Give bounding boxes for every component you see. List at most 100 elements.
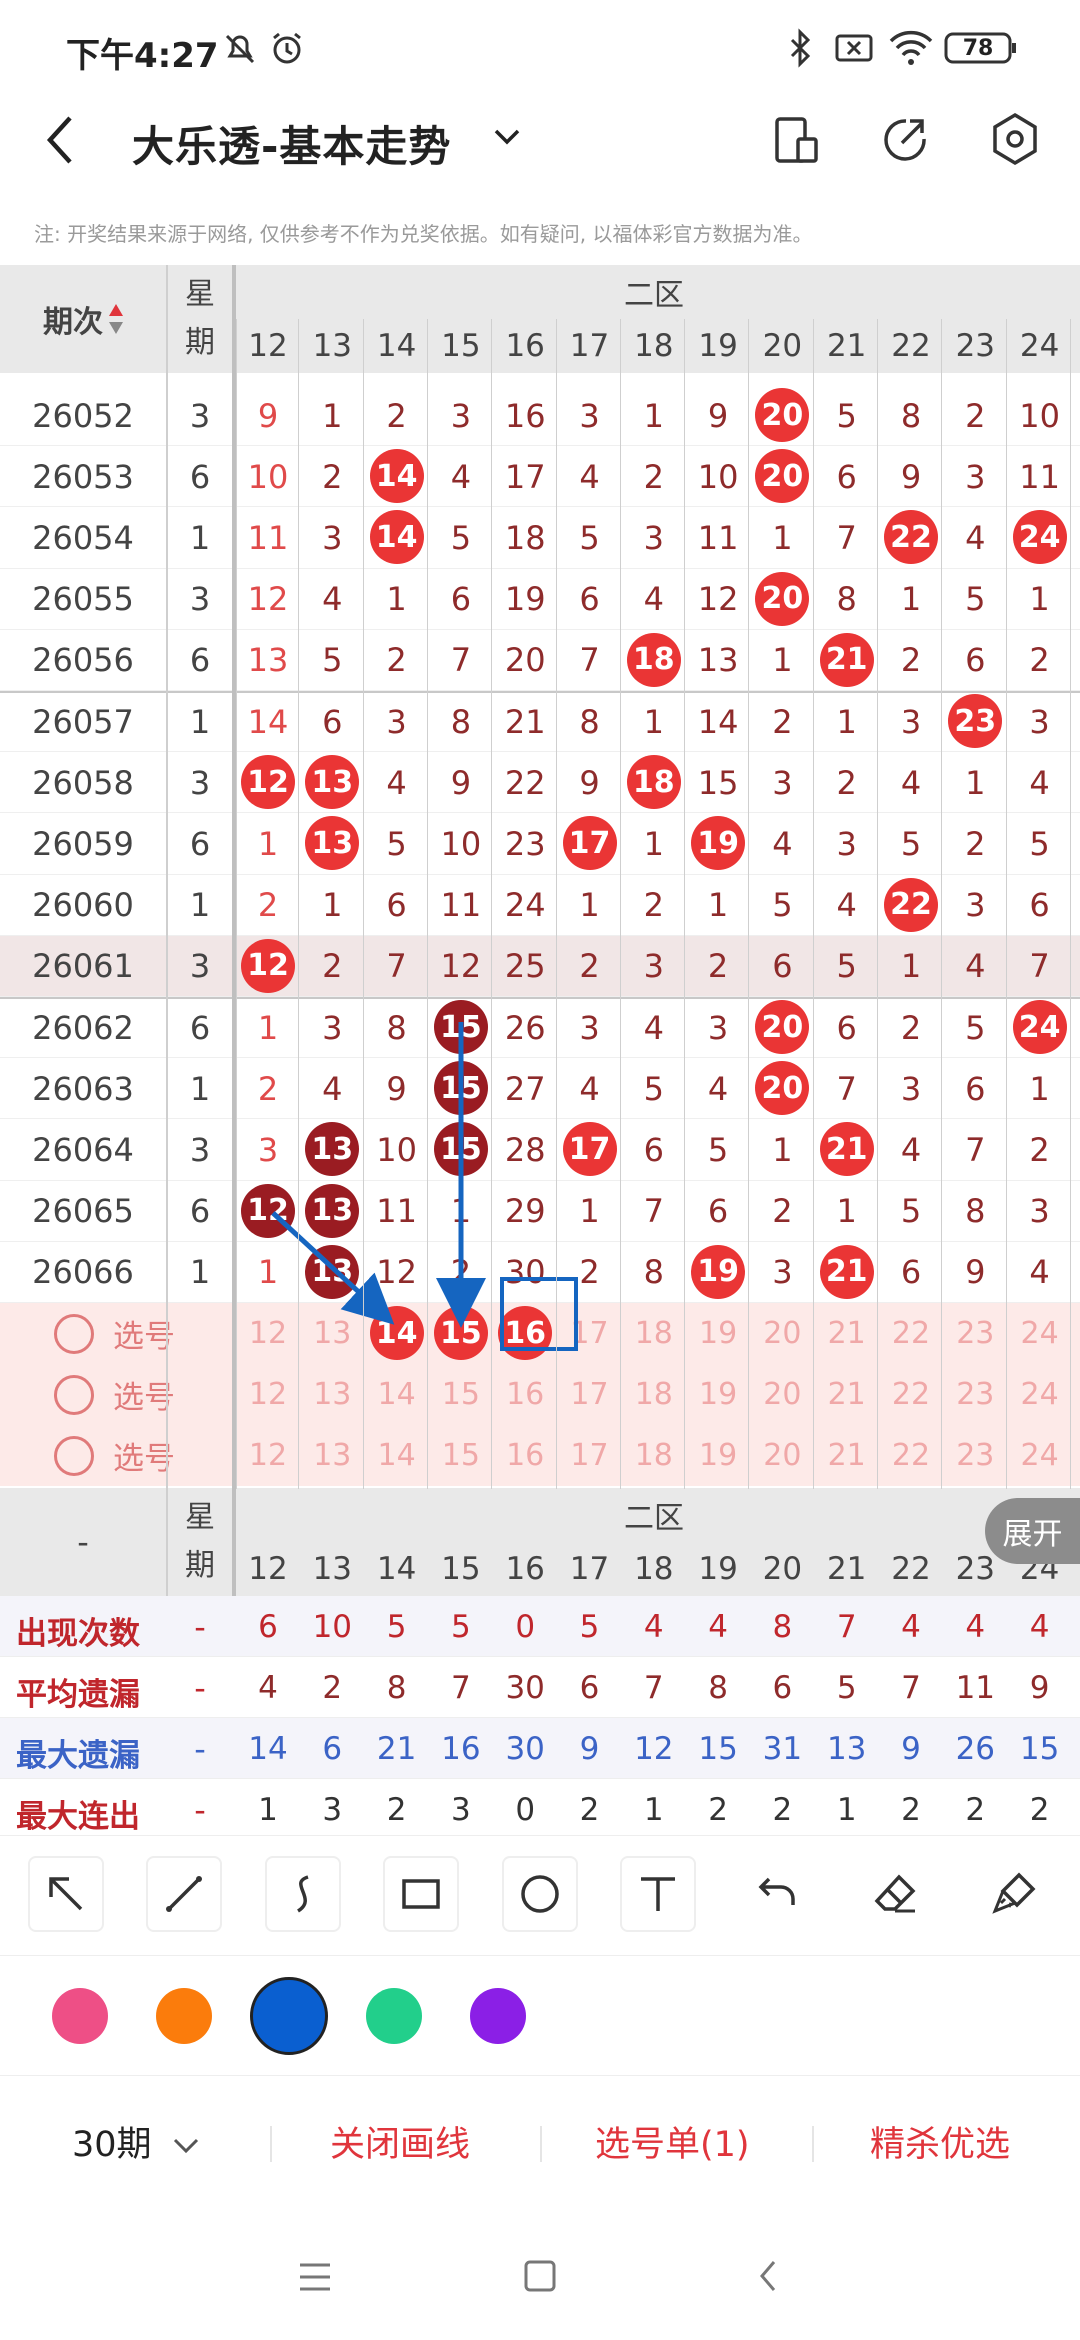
stats-value: 7 — [643, 1669, 664, 1706]
selectable-number[interactable]: 18 — [622, 1364, 686, 1425]
miss-count-cell: 1 — [579, 886, 600, 925]
settings-button[interactable] — [990, 112, 1040, 170]
eraser-button[interactable] — [858, 1856, 934, 1932]
selectable-number[interactable]: 24 — [1008, 1364, 1072, 1425]
line-tool-button[interactable] — [146, 1856, 222, 1932]
selectable-number[interactable]: 19 — [686, 1364, 750, 1425]
selectable-number[interactable]: 19 — [686, 1425, 750, 1486]
color-swatch[interactable] — [156, 1988, 212, 2044]
curve-icon — [296, 1875, 309, 1913]
selectable-number[interactable]: 15 — [429, 1425, 493, 1486]
stats-value: 5 — [836, 1669, 857, 1706]
stats-dash: - — [194, 1668, 206, 1707]
close-drawing-button[interactable]: 关闭画线 — [330, 2116, 470, 2167]
selectable-number[interactable]: 23 — [943, 1303, 1007, 1364]
selection-radio[interactable] — [54, 1314, 94, 1354]
miss-count-cell: 6 — [643, 1130, 664, 1169]
selectable-number[interactable]: 16 — [493, 1364, 557, 1425]
selectable-number[interactable]: 17 — [558, 1364, 622, 1425]
rectangle-tool-button[interactable] — [383, 1856, 459, 1932]
selectable-number[interactable]: 17 — [558, 1425, 622, 1486]
selectable-number[interactable]: 21 — [815, 1364, 879, 1425]
selectable-number[interactable]: 22 — [879, 1364, 943, 1425]
color-swatch[interactable] — [52, 1988, 108, 2044]
selectable-number[interactable]: 15 — [429, 1364, 493, 1425]
selectable-number[interactable]: 12 — [236, 1364, 300, 1425]
back-button[interactable] — [40, 112, 90, 172]
selection-list-button[interactable]: 选号单(1) — [595, 2116, 750, 2167]
miss-count-cell: 5 — [836, 396, 857, 435]
week-cell: 6 — [189, 641, 211, 680]
selectable-number[interactable]: 13 — [300, 1364, 364, 1425]
circle-tool-button[interactable] — [502, 1856, 578, 1932]
miss-count-cell: 1 — [643, 824, 664, 863]
back-nav-button[interactable] — [754, 2256, 782, 2300]
miss-count-cell: 1 — [322, 886, 343, 925]
undo-button[interactable] — [740, 1856, 816, 1932]
arrow-tool-button[interactable] — [28, 1856, 104, 1932]
curve-tool-button[interactable] — [265, 1856, 341, 1932]
number-header-cell: 23 — [955, 328, 996, 364]
selectable-number[interactable]: 12 — [236, 1303, 300, 1364]
miss-count-cell: 25 — [504, 947, 546, 986]
selectable-number[interactable]: 19 — [686, 1303, 750, 1364]
battery-icon: 78 — [944, 26, 1018, 70]
stats-number-header: 14 — [376, 1551, 417, 1587]
selectable-number[interactable]: 21 — [815, 1425, 879, 1486]
selectable-number[interactable]: 24 — [1008, 1303, 1072, 1364]
selected-number-ball[interactable]: 15 — [433, 1306, 488, 1360]
selectable-number[interactable]: 17 — [558, 1303, 622, 1364]
ball-number: 22 — [884, 510, 938, 565]
title-dropdown-chevron-icon[interactable] — [492, 126, 522, 152]
miss-count-cell: 7 — [386, 947, 407, 986]
color-swatch[interactable] — [250, 1977, 328, 2055]
share-button[interactable] — [880, 115, 930, 169]
selectable-number[interactable]: 14 — [365, 1364, 429, 1425]
miss-count-cell: 1 — [772, 518, 793, 557]
clear-all-button[interactable] — [976, 1856, 1052, 1932]
selectable-number[interactable]: 23 — [943, 1364, 1007, 1425]
miss-count-cell: 1 — [322, 396, 343, 435]
status-time: 下午4:27 — [66, 36, 219, 76]
selection-radio[interactable] — [54, 1436, 94, 1476]
selectable-number[interactable]: 22 — [879, 1425, 943, 1486]
color-swatch[interactable] — [470, 1988, 526, 2044]
menu-nav-button[interactable] — [296, 2260, 334, 2298]
page-title[interactable]: 大乐透-基本走势 — [132, 113, 451, 174]
precise-kill-button[interactable]: 精杀优选 — [870, 2116, 1010, 2167]
menu-icon — [300, 2263, 330, 2291]
sort-icon — [109, 304, 123, 334]
selectable-number[interactable]: 24 — [1008, 1425, 1072, 1486]
selectable-number[interactable]: 18 — [622, 1303, 686, 1364]
device-layout-button[interactable] — [772, 115, 822, 169]
issue-column-header[interactable]: 期次 — [0, 265, 168, 373]
selectable-number[interactable]: 16 — [493, 1425, 557, 1486]
selectable-number[interactable]: 20 — [750, 1364, 814, 1425]
selected-number-ball[interactable]: 16 — [498, 1306, 553, 1360]
selectable-number[interactable]: 13 — [300, 1425, 364, 1486]
selectable-number[interactable]: 20 — [750, 1303, 814, 1364]
selectable-number[interactable]: 13 — [300, 1303, 364, 1364]
miss-count-cell: 2 — [900, 641, 922, 680]
miss-count-cell: 7 — [836, 518, 857, 557]
period-selector[interactable]: 30期 — [72, 2116, 201, 2167]
text-tool-button[interactable] — [620, 1856, 696, 1932]
selection-radio[interactable] — [54, 1375, 94, 1415]
home-nav-button[interactable] — [522, 2258, 558, 2298]
selected-number-ball[interactable]: 14 — [369, 1306, 424, 1360]
selectable-number[interactable]: 21 — [815, 1303, 879, 1364]
miss-count-cell: 3 — [1029, 702, 1050, 741]
selectable-number[interactable]: 22 — [879, 1303, 943, 1364]
expand-button[interactable]: 展开 — [985, 1498, 1080, 1564]
selectable-number[interactable]: 23 — [943, 1425, 1007, 1486]
issue-cell: 26060 — [32, 886, 134, 925]
selectable-number[interactable]: 18 — [622, 1425, 686, 1486]
selectable-number[interactable]: 12 — [236, 1425, 300, 1486]
selectable-number[interactable]: 14 — [365, 1425, 429, 1486]
miss-count-cell: 5 — [836, 947, 857, 986]
selectable-number[interactable]: 20 — [750, 1425, 814, 1486]
color-swatch[interactable] — [366, 1988, 422, 2044]
miss-count-cell: 2 — [386, 396, 407, 435]
text-icon — [641, 1877, 675, 1911]
number-header-cell: 12 — [248, 328, 288, 364]
